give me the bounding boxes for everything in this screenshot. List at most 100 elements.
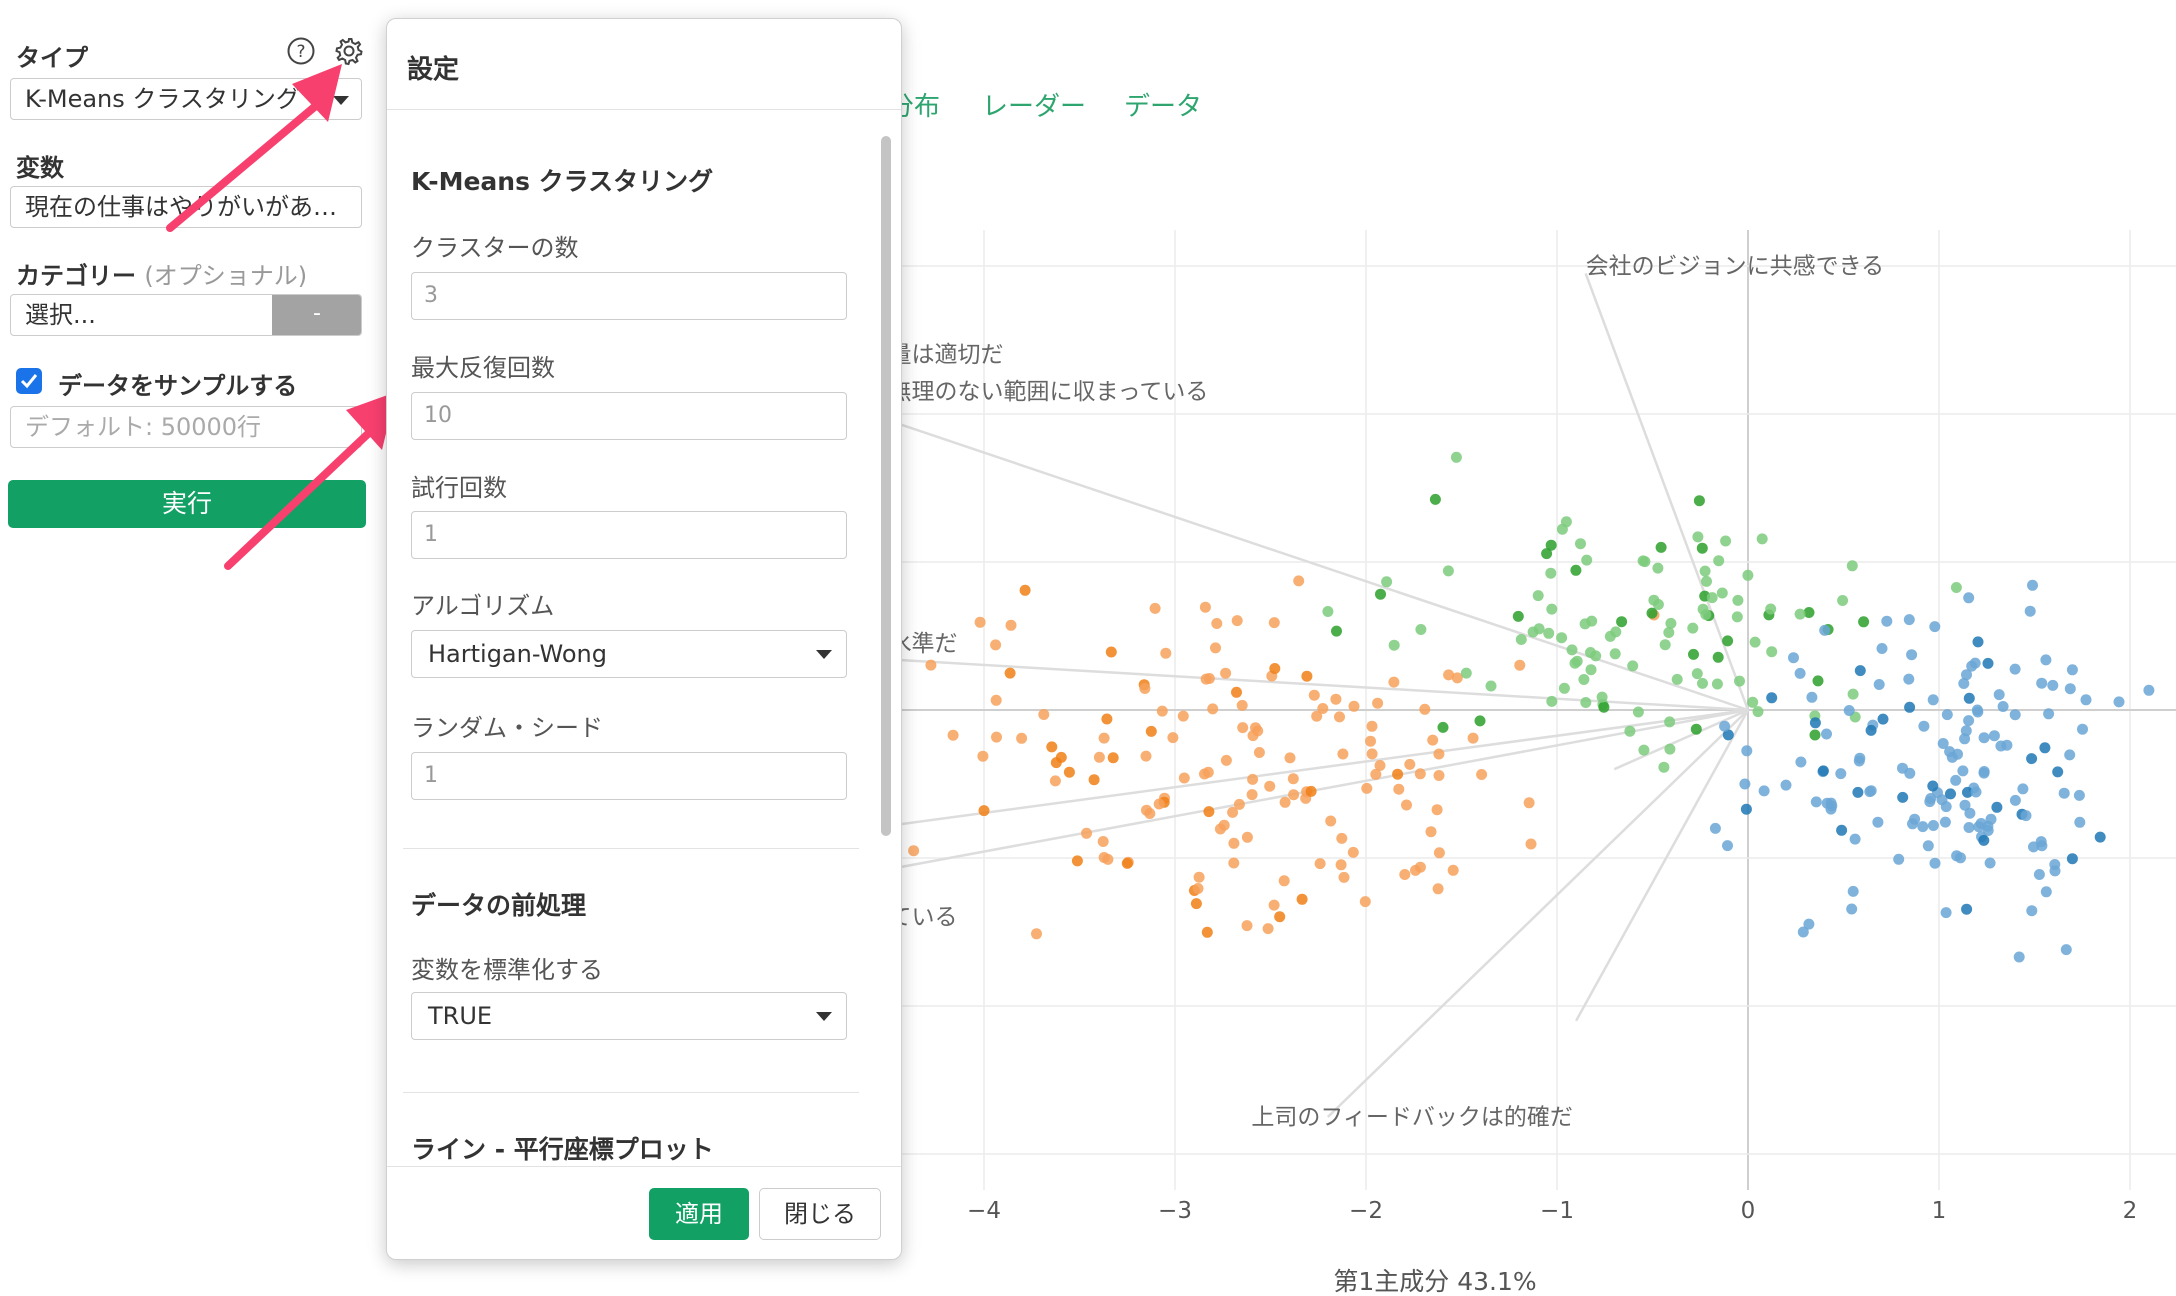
category-placeholder: 選択...	[25, 301, 96, 329]
scatter-point	[1876, 643, 1888, 654]
scatter-point	[1897, 791, 1909, 803]
scatter-point	[1419, 703, 1431, 715]
dialog-footer: 適用 閉じる	[387, 1166, 901, 1259]
scatter-point	[1945, 788, 1956, 800]
scatter-point	[1696, 542, 1708, 554]
tab-data[interactable]: データ	[1124, 86, 1202, 123]
scatter-point	[1388, 639, 1400, 651]
scatter-point	[1722, 635, 1734, 647]
scatter-point	[1969, 657, 1981, 669]
scatter-point	[2074, 816, 2086, 828]
scatter-point	[1330, 693, 1342, 705]
type-select[interactable]: K-Means クラスタリング	[10, 78, 362, 120]
scatter-point	[1425, 826, 1437, 838]
scatter-point	[1381, 576, 1393, 588]
sample-size-input[interactable]: デフォルト: 50000行	[10, 406, 362, 448]
scatter-point	[2009, 663, 2021, 675]
section-kmeans-title: K-Means クラスタリング	[411, 167, 714, 196]
scatter-point	[1881, 615, 1893, 627]
scatter-point	[2052, 766, 2064, 778]
scatter-point	[1993, 689, 2005, 701]
scatter-point	[1957, 765, 1969, 777]
loading-label: 無理のない範囲に収まっている	[889, 379, 1209, 405]
scatter-point	[1766, 646, 1778, 658]
run-button[interactable]: 実行	[8, 480, 366, 528]
cluster-count-input[interactable]: 3	[411, 272, 847, 320]
scatter-point	[2113, 696, 2125, 708]
svg-text:?: ?	[296, 42, 305, 62]
scatter-point	[1284, 752, 1296, 764]
scatter-point	[1917, 821, 1929, 833]
scatter-point	[1388, 676, 1400, 688]
scatter-point	[1927, 694, 1939, 706]
scatter-point	[1437, 721, 1449, 733]
scatter-point	[1401, 799, 1412, 811]
sample-label: データをサンプルする	[58, 372, 298, 400]
left-panel: タイプ ? K-Means クラスタリング 変数 現在の仕事はやりがいがあ… カ…	[0, 0, 380, 1296]
apply-button[interactable]: 適用	[649, 1188, 749, 1240]
scatter-point	[1178, 772, 1190, 784]
scatter-point	[1447, 864, 1459, 876]
question-circle-icon[interactable]: ?	[286, 36, 316, 70]
scatter-point	[1375, 588, 1386, 600]
scatter-point	[1580, 697, 1592, 708]
scatter-point	[1877, 713, 1889, 725]
scatter-point	[1404, 758, 1416, 770]
scatter-point	[1904, 701, 1916, 713]
cluster-count-label: クラスターの数	[411, 234, 579, 262]
scatter-point	[1566, 644, 1578, 656]
trials-input[interactable]: 1	[411, 511, 847, 559]
scatter-point	[1334, 711, 1345, 723]
scatter-point	[1988, 730, 2000, 742]
tab-radar[interactable]: レーダー	[982, 86, 1086, 123]
scatter-point	[1780, 779, 1792, 791]
scatter-point	[1450, 451, 1462, 463]
algorithm-select[interactable]: Hartigan-Wong	[411, 630, 847, 678]
scatter-point	[1963, 692, 1975, 704]
category-field[interactable]: 選択... -	[10, 294, 362, 336]
category-optional-text: (オプショナル)	[144, 262, 308, 290]
scatter-point	[1200, 673, 1212, 685]
scatter-point	[1950, 582, 1962, 593]
scatter-point	[1038, 709, 1050, 720]
scatter-point	[1145, 725, 1157, 737]
scatter-point	[1467, 732, 1479, 744]
scatter-point	[1203, 806, 1215, 818]
gear-icon[interactable]	[334, 36, 364, 70]
scatter-point	[1809, 729, 1821, 741]
seed-input[interactable]: 1	[411, 752, 847, 800]
scatter-point	[1731, 611, 1743, 623]
scatter-point	[1335, 859, 1347, 871]
scatter-point	[1846, 560, 1858, 572]
settings-dialog: 設定 K-Means クラスタリング クラスターの数 3 最大反復回数 10 試…	[386, 18, 902, 1260]
scatter-point	[1393, 783, 1405, 795]
scatter-point	[1192, 883, 1204, 894]
scatter-point	[1336, 832, 1348, 844]
scatter-point	[1372, 697, 1384, 709]
scatter-point	[1016, 732, 1028, 744]
scatter-point	[1268, 899, 1280, 911]
scatter-point	[2058, 787, 2070, 799]
scatter-point	[1795, 756, 1807, 768]
x-tick-label: 2	[2123, 1198, 2138, 1224]
scatter-point	[2040, 886, 2052, 898]
scatter-point	[1749, 636, 1761, 648]
scatter-point	[1687, 622, 1699, 634]
scatter-point	[1190, 898, 1202, 910]
category-clear-button[interactable]: -	[272, 295, 361, 335]
max-iter-input[interactable]: 10	[411, 392, 847, 440]
scatter-point	[1546, 603, 1558, 615]
scatter-point	[2043, 708, 2055, 720]
type-select-value: K-Means クラスタリング	[25, 85, 300, 113]
scatter-point	[1852, 786, 1864, 798]
sample-checkbox[interactable]	[16, 368, 42, 394]
dialog-scrollbar[interactable]	[881, 136, 891, 836]
variables-field[interactable]: 現在の仕事はやりがいがあ…	[10, 186, 362, 228]
scatter-point	[1575, 538, 1586, 550]
scatter-point	[1732, 594, 1744, 606]
scatter-point	[1585, 664, 1597, 676]
chevron-down-icon	[816, 1012, 832, 1021]
scatter-point	[1671, 673, 1683, 685]
close-button[interactable]: 閉じる	[759, 1188, 881, 1240]
standardize-select[interactable]: TRUE	[411, 992, 847, 1040]
